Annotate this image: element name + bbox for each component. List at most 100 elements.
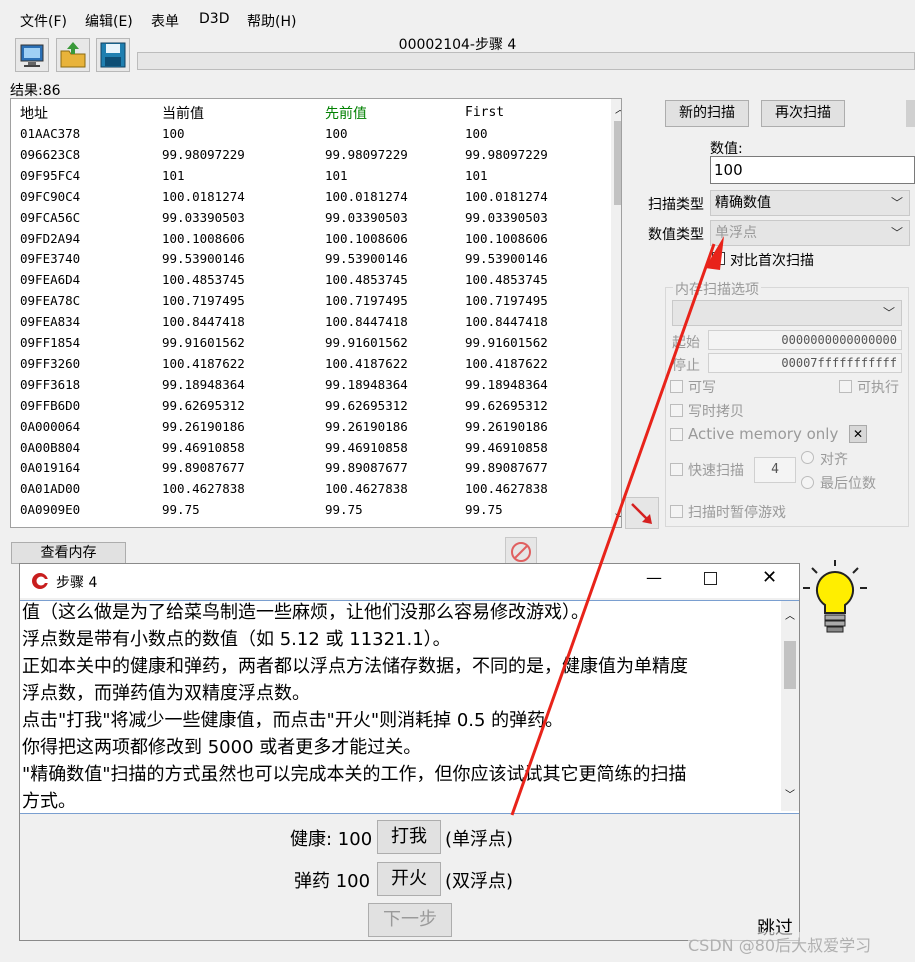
hit-me-button[interactable]: 打我 <box>377 820 441 854</box>
start-address-input[interactable]: 0000000000000000 <box>708 330 902 350</box>
previous-value-cell: 100.4627838 <box>325 481 408 497</box>
last-digits-radio[interactable] <box>801 476 814 489</box>
cheat-engine-icon <box>32 573 49 589</box>
column-header-current[interactable]: 当前值 <box>162 103 204 123</box>
column-header-previous[interactable]: 先前值 <box>325 103 367 123</box>
dialog-scrollbar[interactable]: ︿ ﹀ <box>781 601 799 811</box>
current-value-cell: 100.7197495 <box>162 293 245 309</box>
stop-address-input[interactable]: 00007fffffffffff <box>708 353 902 373</box>
current-value-cell: 99.89087677 <box>162 460 245 476</box>
table-row[interactable]: 09FEA78C 100.7197495 100.7197495 100.719749… <box>20 291 610 312</box>
scroll-up-icon[interactable]: ︿ <box>615 101 621 116</box>
menu-edit[interactable]: 编辑(E) <box>85 11 133 31</box>
first-value-cell: 99.46910858 <box>465 439 548 455</box>
current-value-cell: 99.62695312 <box>162 397 245 413</box>
value-input[interactable]: 100 <box>710 156 915 184</box>
table-row[interactable]: 0A019164 99.89087677 99.89087677 99.8908767… <box>20 458 610 479</box>
lightbulb-icon[interactable] <box>800 558 870 642</box>
table-row[interactable]: 0A00B804 99.46910858 99.46910858 99.4691085… <box>20 438 610 459</box>
scroll-down-icon[interactable]: ﹀ <box>615 510 621 525</box>
table-row[interactable]: 09FF3260 100.4187622 100.4187622 100.418762… <box>20 354 610 375</box>
memory-region-select[interactable]: ﹀ <box>672 300 902 326</box>
first-value-cell: 99.62695312 <box>465 397 548 413</box>
current-value-cell: 99.75 <box>162 502 200 518</box>
scan-type-value: 精确数值 <box>715 195 771 211</box>
previous-value-cell: 100.7197495 <box>325 293 408 309</box>
table-row[interactable]: 09FE3740 99.53900146 99.53900146 99.5390014… <box>20 249 610 270</box>
address-cell: 0A019164 <box>20 460 81 476</box>
table-row[interactable]: 09FF3618 99.18948364 99.18948364 99.1894836… <box>20 375 610 396</box>
results-scrollbar[interactable]: ︿ ﹀ <box>611 99 621 527</box>
menu-table[interactable]: 表单 <box>151 11 179 31</box>
previous-value-cell: 99.03390503 <box>325 209 408 225</box>
executable-checkbox[interactable] <box>839 380 852 393</box>
compare-first-checkbox[interactable] <box>712 252 725 265</box>
table-row[interactable]: 09FF1854 99.91601562 99.91601562 99.9160156… <box>20 333 610 354</box>
copy-on-write-checkbox[interactable] <box>670 404 683 417</box>
scroll-down-icon[interactable]: ﹀ <box>785 782 795 809</box>
address-cell: 09FEA6D4 <box>20 272 81 288</box>
add-to-list-button[interactable] <box>625 497 659 529</box>
menu-help[interactable]: 帮助(H) <box>247 11 296 31</box>
align-radio[interactable] <box>801 451 814 464</box>
table-row[interactable]: 09F95FC4 101 101 101 <box>20 166 610 187</box>
results-scrollbar-thumb[interactable] <box>614 121 621 205</box>
writable-checkbox[interactable] <box>670 380 683 393</box>
table-row[interactable]: 0A000064 99.26190186 99.26190186 99.2619018… <box>20 417 610 438</box>
dialog-text-area[interactable]: 值（这么做是为了给菜鸟制造一些麻烦，让他们没那么容易修改游戏）。 浮点数是带有小数… <box>20 600 799 814</box>
results-table[interactable]: 地址 当前值 先前值 First 01AAC378 100 100 100 096623… <box>10 98 622 528</box>
chevron-down-icon: ﹀ <box>890 226 903 240</box>
active-memory-label: Active memory only <box>688 425 839 443</box>
maximize-icon[interactable] <box>704 572 717 585</box>
table-row[interactable]: 01AAC378 100 100 100 <box>20 124 610 145</box>
address-cell: 0A01AD00 <box>20 481 81 497</box>
pause-game-checkbox[interactable] <box>670 505 683 518</box>
minimize-icon[interactable]: — <box>646 568 662 587</box>
dialog-text-line: 你得把这两项都修改到 5000 或者更多才能过关。 <box>22 737 422 758</box>
first-value-cell: 99.03390503 <box>465 209 548 225</box>
previous-value-cell: 100.4187622 <box>325 355 408 371</box>
dialog-titlebar[interactable]: 步骤 4 — ✕ <box>20 564 799 598</box>
next-step-button[interactable]: 下一步 <box>368 903 452 937</box>
table-row[interactable]: 0A0909E0 99.75 99.75 99.75 <box>20 500 610 521</box>
current-value-cell: 99.26190186 <box>162 418 245 434</box>
new-scan-button[interactable]: 新的扫描 <box>665 100 749 127</box>
active-memory-checkbox[interactable] <box>670 428 683 441</box>
table-row[interactable]: 0A01AD00 100.4627838 100.4627838 100.462783… <box>20 479 610 500</box>
table-row[interactable]: 096623C8 99.98097229 99.98097229 99.9809722… <box>20 145 610 166</box>
column-header-first[interactable]: First <box>465 105 504 120</box>
undo-scan-button[interactable] <box>906 100 915 127</box>
previous-value-cell: 100.1008606 <box>325 230 408 246</box>
table-row[interactable]: 09FEA834 100.8447418 100.8447418 100.844741… <box>20 312 610 333</box>
view-memory-button[interactable]: 查看内存 <box>11 542 126 564</box>
dialog-scrollbar-thumb[interactable] <box>784 641 796 689</box>
menu-file[interactable]: 文件(F) <box>20 11 67 31</box>
table-row[interactable]: 09FD2A94 100.1008606 100.1008606 100.100860… <box>20 229 610 250</box>
first-value-cell: 100.7197495 <box>465 293 548 309</box>
fast-scan-alignment-input[interactable]: 4 <box>754 457 796 483</box>
table-row[interactable]: 09FFB6D0 99.62695312 99.62695312 99.6269531… <box>20 396 610 417</box>
fast-scan-checkbox[interactable] <box>670 463 683 476</box>
fire-button[interactable]: 开火 <box>377 862 441 896</box>
menu-d3d[interactable]: D3D <box>199 11 229 27</box>
value-type-select[interactable]: 单浮点 ﹀ <box>710 220 910 246</box>
scroll-up-icon[interactable]: ︿ <box>785 603 795 630</box>
first-value-cell: 100 <box>465 126 488 141</box>
current-value-cell: 99.53900146 <box>162 251 245 267</box>
table-row[interactable]: 09FCA56C 99.03390503 99.03390503 99.0339050… <box>20 208 610 229</box>
table-row[interactable]: 09FEA6D4 100.4853745 100.4853745 100.485374… <box>20 270 610 291</box>
table-row[interactable]: 09FC90C4 100.0181274 100.0181274 100.018127… <box>20 187 610 208</box>
address-cell: 01AAC378 <box>20 126 81 141</box>
dialog-text-line: 浮点数，而弹药值为双精度浮点数。 <box>22 683 310 704</box>
close-icon[interactable]: ✕ <box>849 425 867 443</box>
close-icon[interactable]: ✕ <box>762 567 777 588</box>
column-header-address[interactable]: 地址 <box>20 103 48 123</box>
pause-game-label: 扫描时暂停游戏 <box>688 505 786 521</box>
current-value-cell: 99.03390503 <box>162 209 245 225</box>
scan-type-select[interactable]: 精确数值 ﹀ <box>710 190 910 216</box>
fast-scan-label: 快速扫描 <box>688 463 744 479</box>
first-value-cell: 99.75 <box>465 502 503 518</box>
scan-progress-bar <box>137 52 915 70</box>
scan-type-label: 扫描类型 <box>648 197 704 213</box>
next-scan-button[interactable]: 再次扫描 <box>761 100 845 127</box>
